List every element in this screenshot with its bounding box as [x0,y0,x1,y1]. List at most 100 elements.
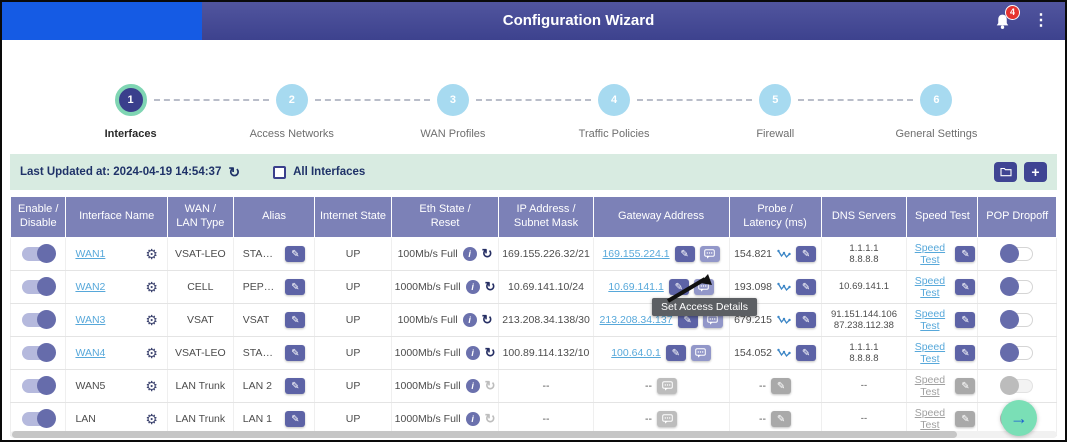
gateway-text: -- [645,380,652,392]
edit-pencil-icon[interactable]: ✎ [955,279,975,295]
enable-toggle[interactable] [22,280,54,294]
info-icon[interactable]: i [466,412,480,426]
cell-alias: VSAT✎ [233,304,315,337]
gateway-link[interactable]: 100.64.0.1 [611,347,661,359]
eth-state-text: 100Mb/s Full [398,248,458,260]
refresh-icon[interactable]: ↻ [228,164,240,181]
gateway-link[interactable]: 10.69.141.1 [608,281,663,293]
step-access-networks[interactable]: 2Access Networks [211,84,372,154]
column-header: Speed Test [907,197,978,238]
edit-pencil-icon[interactable]: ✎ [675,246,695,262]
reset-icon[interactable]: ↻ [482,246,493,262]
interface-name-link[interactable]: WAN3 [75,314,105,326]
chat-bubble-glyph [707,315,718,325]
edit-pencil-icon[interactable]: ✎ [285,312,305,328]
info-icon[interactable]: i [463,247,477,261]
enable-toggle[interactable] [22,379,54,393]
speed-test-link[interactable]: Speed Test [909,242,950,266]
enable-toggle[interactable] [22,313,54,327]
horizontal-scrollbar-thumb[interactable] [12,431,957,438]
cell-eth-state-reset: 100Mb/s Full i ↻ [391,238,499,271]
latency-chart-icon[interactable] [777,314,791,326]
step-traffic-policies[interactable]: 4Traffic Policies [534,84,695,154]
eth-state-text: 100Mb/s Full [398,314,458,326]
settings-gear-icon[interactable]: ⚙ [145,411,158,428]
info-icon[interactable]: i [466,379,480,393]
settings-gear-icon[interactable]: ⚙ [145,378,158,395]
add-interface-button[interactable]: + [1024,162,1047,182]
info-icon[interactable]: i [466,346,480,360]
interface-name-link[interactable]: WAN4 [75,347,105,359]
edit-pencil-icon[interactable]: ✎ [285,411,305,427]
pop-dropoff-toggle[interactable] [1001,346,1033,360]
step-general-settings[interactable]: 6General Settings [856,84,1017,154]
cell-wan-lan-type: CELL [167,271,233,304]
settings-gear-icon[interactable]: ⚙ [145,246,158,263]
reset-icon[interactable]: ↻ [482,312,493,328]
latency-chart-icon[interactable] [777,248,791,260]
gateway-link[interactable]: 169.155.224.1 [602,248,669,260]
alias-text: PEPWAVE [243,281,281,293]
group-view-button[interactable] [994,162,1017,182]
access-details-icon[interactable] [691,345,711,361]
step-firewall[interactable]: 5Firewall [695,84,856,154]
last-updated-text: Last Updated at: 2024-04-19 14:54:37 [20,166,221,178]
cell-gateway-address: 169.155.224.1 ✎ [593,238,729,271]
edit-pencil-icon[interactable]: ✎ [955,246,975,262]
notification-badge: 4 [1005,5,1020,20]
step-interfaces[interactable]: 1Interfaces [50,84,211,154]
enable-toggle[interactable] [22,346,54,360]
edit-pencil-icon[interactable]: ✎ [796,246,816,262]
column-header: Alias [233,197,315,238]
column-header: Interface Name [66,197,167,238]
next-step-fab[interactable]: → [1001,400,1037,436]
latency-chart-icon[interactable] [777,281,791,293]
speed-test-link[interactable]: Speed Test [909,275,950,299]
settings-gear-icon[interactable]: ⚙ [145,345,158,362]
cell-enable-disable [11,304,66,337]
speed-test-link[interactable]: Speed Test [909,308,950,332]
interface-name-link[interactable]: WAN2 [75,281,105,293]
pop-dropoff-toggle[interactable] [1001,280,1033,294]
interfaces-table: Enable / DisableInterface NameWAN / LAN … [10,196,1057,436]
pop-dropoff-toggle[interactable] [1001,247,1033,261]
enable-toggle[interactable] [22,247,54,261]
column-header: Probe / Latency (ms) [729,197,821,238]
reset-icon[interactable]: ↻ [485,279,496,295]
reset-icon[interactable]: ↻ [485,345,496,361]
step-wan-profiles[interactable]: 3WAN Profiles [372,84,533,154]
toggle-knob [1000,244,1019,263]
edit-pencil-icon[interactable]: ✎ [285,378,305,394]
cell-pop-dropoff [978,337,1057,370]
kebab-menu-icon[interactable]: ⋮ [1033,13,1049,29]
toggle-knob [37,376,56,395]
step-number: 6 [920,84,952,116]
table-row: WAN3⚙VSATVSAT✎UP100Mb/s Fulli↻213.208.34… [11,304,1057,337]
info-icon[interactable]: i [463,313,477,327]
column-header: WAN / LAN Type [167,197,233,238]
edit-pencil-icon[interactable]: ✎ [285,345,305,361]
access-details-icon[interactable] [700,246,720,262]
edit-pencil-icon[interactable]: ✎ [285,279,305,295]
settings-gear-icon[interactable]: ⚙ [145,279,158,296]
probe-value: 154.821 [734,248,772,260]
edit-pencil-icon[interactable]: ✎ [955,345,975,361]
cell-dns-servers: 1.1.1.18.8.8.8 [821,238,907,271]
latency-chart-icon[interactable] [777,347,791,359]
enable-toggle[interactable] [22,412,54,426]
settings-gear-icon[interactable]: ⚙ [145,312,158,329]
column-header: Eth State / Reset [391,197,499,238]
info-icon[interactable]: i [466,280,480,294]
edit-pencil-icon[interactable]: ✎ [796,345,816,361]
all-interfaces-checkbox[interactable] [273,166,286,179]
pop-dropoff-toggle[interactable] [1001,313,1033,327]
edit-pencil-icon[interactable]: ✎ [285,246,305,262]
edit-pencil-icon[interactable]: ✎ [796,312,816,328]
edit-pencil-icon[interactable]: ✎ [666,345,686,361]
edit-pencil-icon[interactable]: ✎ [955,312,975,328]
speed-test-link[interactable]: Speed Test [909,341,950,365]
notifications-button[interactable]: 4 [994,13,1011,30]
latency-graph-glyph [777,347,791,359]
interface-name-link[interactable]: WAN1 [75,248,105,260]
edit-pencil-icon[interactable]: ✎ [796,279,816,295]
